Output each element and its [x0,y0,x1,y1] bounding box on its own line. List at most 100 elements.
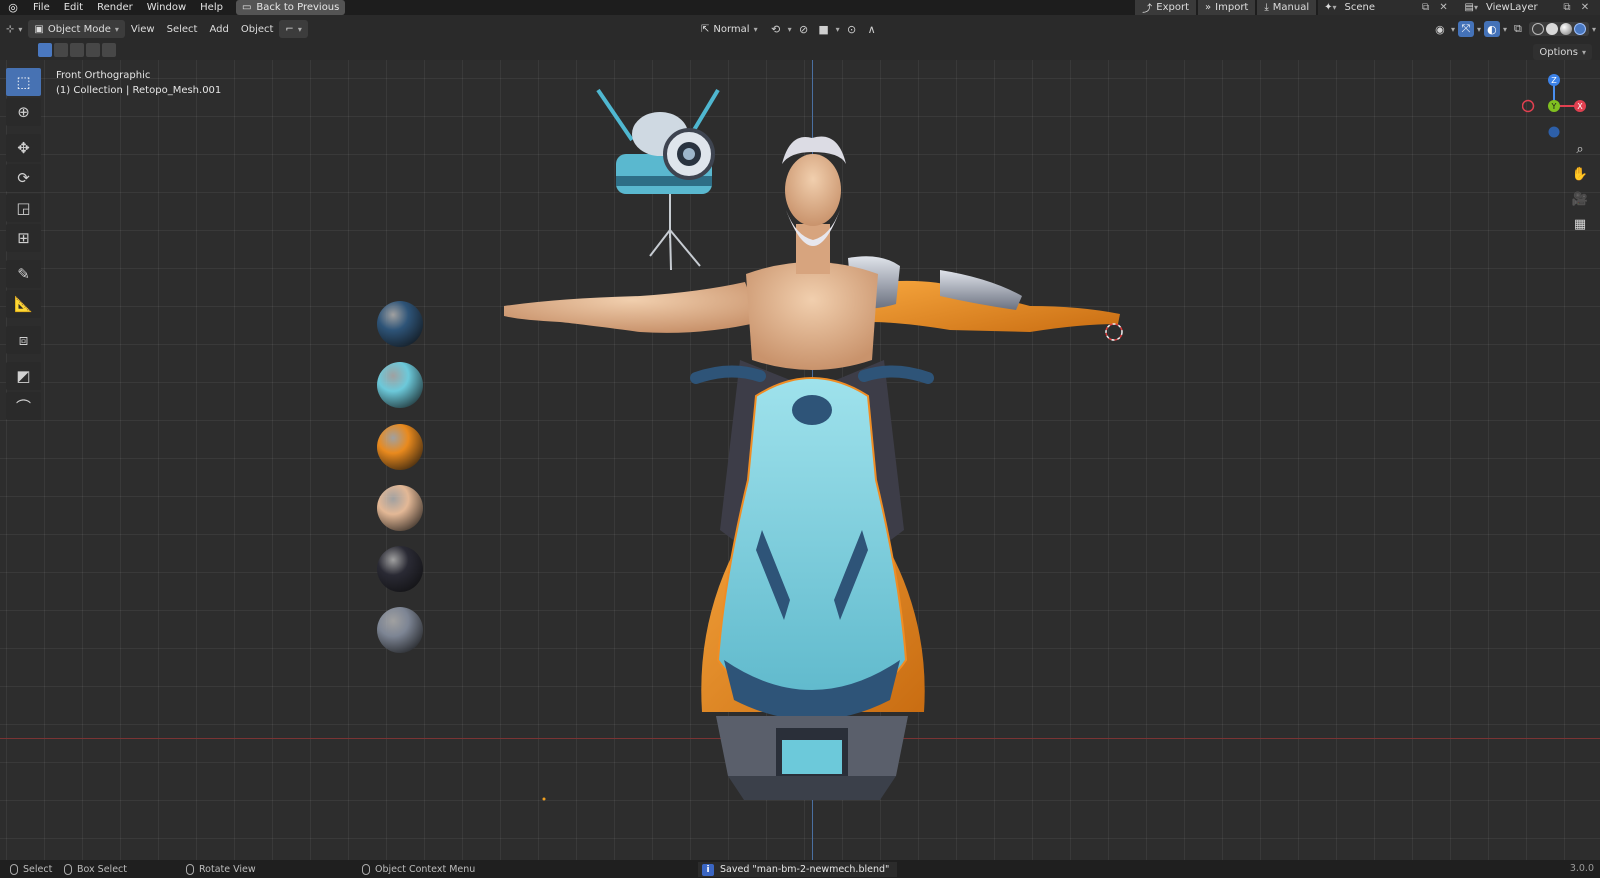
toolbar-separator [6,254,41,258]
select-extend-icon[interactable] [54,43,68,57]
menu-object[interactable]: Object [235,24,280,35]
view3d-icon: ⊹ [6,24,14,35]
solid-shading-icon[interactable] [1546,23,1558,35]
transform-tool-icon[interactable]: ⊞ [6,224,41,252]
export-button[interactable]: ⤴ Export [1135,0,1196,15]
viewport-right-tools: ◉ ▾ ⤧ ▾ ◐ ▾ ⧉ ▾ [1432,18,1596,40]
status-context-menu-label: Object Context Menu [375,864,475,875]
back-to-previous-button[interactable]: ▭ Back to Previous [236,0,345,15]
select-invert-icon[interactable] [86,43,100,57]
chevron-down-icon[interactable]: ▾ [1451,25,1455,34]
duplicate-scene-icon[interactable]: ⧉ [1417,2,1435,13]
bend-tool-icon[interactable]: ⌒ [6,392,41,420]
falloff-icon[interactable]: ∧ [864,21,880,37]
pivot-icon: ⌐ [285,24,293,35]
saved-notification[interactable]: i Saved "man-bm-2-newmech.blend" [698,862,897,877]
duplicate-layer-icon[interactable]: ⧉ [1558,2,1576,13]
viewport-info: Front Orthographic (1) Collection | Reto… [56,68,221,98]
manual-label: Manual [1273,2,1309,13]
status-rotate-view: Rotate View [186,864,256,875]
import-button[interactable]: » Import [1198,0,1255,15]
material-shading-icon[interactable] [1560,23,1572,35]
top-menu-bar: ◎ File Edit Render Window Help ▭ Back to… [0,0,1600,15]
view-layer-selector[interactable]: ▤ ▾ ViewLayer ⧉ ✕ [1459,0,1600,15]
rotate-tool-icon[interactable]: ⟳ [6,164,41,192]
snap-icon[interactable]: ⊘ [796,21,812,37]
view-layer-name: ViewLayer [1478,2,1558,13]
z-axis-label: Z [1551,76,1557,85]
move-tool-icon[interactable]: ✥ [6,134,41,162]
scale-tool-icon[interactable]: ◲ [6,194,41,222]
chevron-down-icon[interactable]: ▾ [1503,25,1507,34]
select-box-tool-icon[interactable]: ⬚ [6,68,41,96]
orthographic-grid-icon[interactable]: ▦ [1569,213,1591,235]
3d-viewport[interactable] [0,60,1600,860]
material-sphere-dark [377,546,423,592]
zoom-icon[interactable]: ⌕ [1569,138,1591,160]
menu-view[interactable]: View [125,24,161,35]
version-label: 3.0.0 [1570,863,1594,874]
download-icon: ⤓ [1264,2,1268,13]
material-sphere-skin [377,485,423,531]
transform-tools: ⇱ Normal ▾ ⟲ ▾ ⊘ ■ ▾ ⊙ ∧ [695,18,880,40]
rendered-shading-icon[interactable] [1574,23,1586,35]
xray-toggle-icon[interactable]: ⧉ [1510,21,1526,37]
cursor-tool-icon[interactable]: ⊕ [6,98,41,126]
menu-select[interactable]: Select [161,24,204,35]
material-sphere-chrome [377,607,423,653]
gizmo-toggle-icon[interactable]: ⤧ [1458,21,1474,37]
orientation-label: Normal [713,24,749,35]
scene-selector[interactable]: ✦ ▾ Scene ⧉ ✕ [1318,0,1458,15]
export-icon: ⤴ [1142,0,1152,15]
shear-tool-icon[interactable]: ◩ [6,362,41,390]
select-new-icon[interactable] [38,43,52,57]
menu-window[interactable]: Window [140,0,193,15]
camera-view-icon[interactable]: 🎥 [1569,188,1591,210]
chevron-down-icon[interactable]: ▾ [1477,25,1481,34]
shading-mode-group [1529,22,1589,36]
menu-file[interactable]: File [26,0,57,15]
snap-target-icon[interactable]: ■ [816,21,832,37]
menu-render[interactable]: Render [90,0,140,15]
wireframe-shading-icon[interactable] [1532,23,1544,35]
status-select-label: Select [23,864,52,875]
scene-icon: ✦ [1324,2,1332,13]
pan-hand-icon[interactable]: ✋ [1569,163,1591,185]
object-mode-icon: ▣ [34,24,43,35]
status-box-select: Box Select [64,864,127,875]
close-scene-icon[interactable]: ✕ [1435,2,1453,13]
chevron-down-icon[interactable]: ▾ [836,25,840,34]
annotate-tool-icon[interactable]: ✎ [6,260,41,288]
menu-help[interactable]: Help [193,0,230,15]
add-cube-tool-icon[interactable]: ⧈ [6,326,41,354]
mouse-drag-icon [64,864,72,875]
back-to-previous-label: Back to Previous [256,2,339,13]
import-label: Import [1215,2,1248,13]
pivot-point-icon[interactable]: ⟲ [768,21,784,37]
transform-pivot-button[interactable]: ⌐ ▾ [279,20,307,38]
menu-add[interactable]: Add [203,24,234,35]
blender-logo-icon[interactable]: ◎ [0,0,26,15]
measure-tool-icon[interactable]: 📐 [6,290,41,318]
neg-x-axis-icon[interactable] [1523,101,1534,112]
select-intersect-icon[interactable] [102,43,116,57]
overlays-toggle-icon[interactable]: ◐ [1484,21,1500,37]
neg-z-axis-icon[interactable] [1549,127,1560,138]
top-right-controls: ⤴ Export » Import ⤓ Manual ✦ ▾ Scene ⧉ ✕… [1135,0,1600,15]
mode-selector[interactable]: ▣ Object Mode ▾ [28,20,124,38]
editor-type-button[interactable]: ⊹ ▾ [0,20,28,38]
visibility-icon[interactable]: ◉ [1432,21,1448,37]
close-layer-icon[interactable]: ✕ [1576,2,1594,13]
chevron-down-icon[interactable]: ▾ [1592,25,1596,34]
status-rotate-view-label: Rotate View [199,864,256,875]
manual-button[interactable]: ⤓ Manual [1257,0,1316,15]
scene-name: Scene [1337,2,1417,13]
select-subtract-icon[interactable] [70,43,84,57]
proportional-edit-icon[interactable]: ⊙ [844,21,860,37]
navigation-gizmo[interactable]: Z X Y [1522,72,1592,138]
menu-edit[interactable]: Edit [57,0,90,15]
chevron-down-icon[interactable]: ▾ [788,25,792,34]
options-button[interactable]: Options ▾ [1533,44,1592,60]
mouse-middle-icon [186,864,194,875]
transform-orientation-selector[interactable]: ⇱ Normal ▾ [695,20,764,38]
